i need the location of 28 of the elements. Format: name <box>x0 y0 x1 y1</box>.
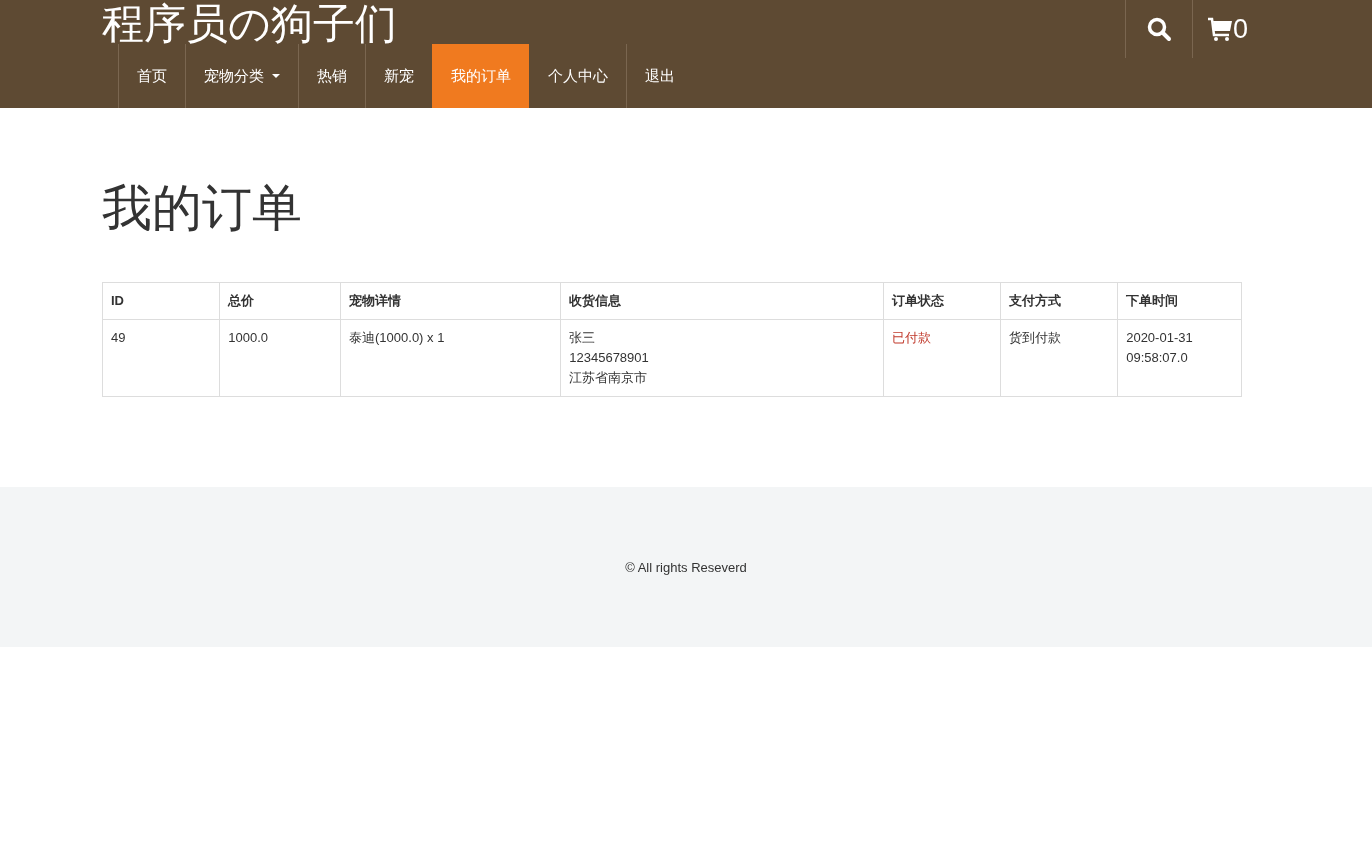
table-cell: 已付款 <box>883 319 1001 397</box>
column-header: 收货信息 <box>560 282 884 320</box>
column-header: 总价 <box>219 282 341 320</box>
search-button[interactable] <box>1124 0 1193 58</box>
table-cell: 49 <box>102 319 220 397</box>
table-cell: 泰迪(1000.0) x 1 <box>340 319 561 397</box>
column-header: 支付方式 <box>1000 282 1118 320</box>
nav-item[interactable]: 个人中心 <box>529 44 626 108</box>
nav-item[interactable]: 宠物分类 <box>185 44 298 108</box>
page-title: 我的订单 <box>102 179 303 238</box>
nav-item[interactable]: 热销 <box>298 44 365 108</box>
nav-item[interactable]: 退出 <box>626 44 693 108</box>
table-cell: 货到付款 <box>1000 319 1118 397</box>
column-header: 下单时间 <box>1117 282 1242 320</box>
nav-item[interactable]: 首页 <box>118 44 185 108</box>
cart-icon <box>1206 16 1233 42</box>
cart-link[interactable]: 0 <box>1192 0 1262 58</box>
caret-icon <box>272 74 280 78</box>
table-cell: 1000.0 <box>219 319 341 397</box>
cart-count: 0 <box>1232 13 1248 45</box>
table-cell: 2020-01-31 09:58:07.0 <box>1117 319 1242 397</box>
search-icon <box>1145 16 1172 42</box>
column-header: 订单状态 <box>883 282 1001 320</box>
table-cell: 张三 12345678901 江苏省南京市 <box>560 319 884 397</box>
copyright-text: © All rights Reseverd <box>625 559 747 575</box>
site-title[interactable]: 程序员の狗子们 <box>102 0 397 44</box>
column-header: 宠物详情 <box>340 282 561 320</box>
column-header: ID <box>102 282 220 320</box>
